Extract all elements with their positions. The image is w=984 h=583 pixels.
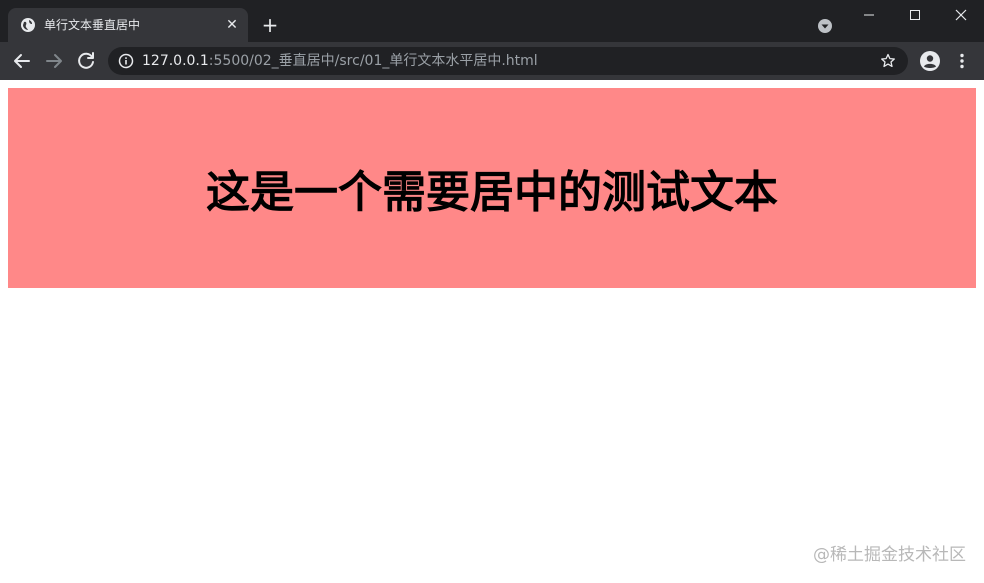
tab-search-icon[interactable] [816, 17, 834, 35]
new-tab-button[interactable]: + [258, 14, 282, 38]
globe-icon [20, 17, 36, 33]
page-viewport: 这是一个需要居中的测试文本 [0, 80, 984, 583]
forward-arrow-icon[interactable] [42, 49, 66, 73]
tab-strip: 单行文本垂直居中 ✕ + [0, 0, 984, 42]
toolbar: 127.0.0.1:5500/02_垂直居中/src/01_单行文本水平居中.h… [0, 42, 984, 80]
centered-text-box: 这是一个需要居中的测试文本 [8, 88, 976, 288]
star-icon[interactable] [880, 53, 896, 69]
url-path: :5500/02_垂直居中/src/01_单行文本水平居中.html [208, 53, 538, 69]
url-host: 127.0.0.1 [142, 53, 209, 69]
window-close-icon[interactable] [938, 0, 984, 30]
address-bar[interactable]: 127.0.0.1:5500/02_垂直居中/src/01_单行文本水平居中.h… [108, 47, 908, 75]
tab-title: 单行文本垂直居中 [44, 18, 141, 32]
info-icon[interactable] [118, 53, 134, 69]
watermark: @稀土掘金技术社区 [813, 545, 966, 565]
back-arrow-icon[interactable] [10, 49, 34, 73]
close-icon[interactable]: ✕ [224, 17, 240, 33]
reload-icon[interactable] [74, 49, 98, 73]
maximize-icon[interactable] [892, 0, 938, 30]
page-heading: 这是一个需要居中的测试文本 [206, 167, 778, 218]
more-vert-icon[interactable] [952, 51, 972, 71]
url-text[interactable]: 127.0.0.1:5500/02_垂直居中/src/01_单行文本水平居中.h… [142, 53, 538, 69]
browser-window: 单行文本垂直居中 ✕ + 127.0.0.1:5500/02_垂直居中/src/… [0, 0, 984, 583]
minimize-icon[interactable] [846, 0, 892, 30]
tab-active[interactable]: 单行文本垂直居中 ✕ [8, 8, 248, 42]
profile-avatar-icon[interactable] [919, 50, 941, 72]
